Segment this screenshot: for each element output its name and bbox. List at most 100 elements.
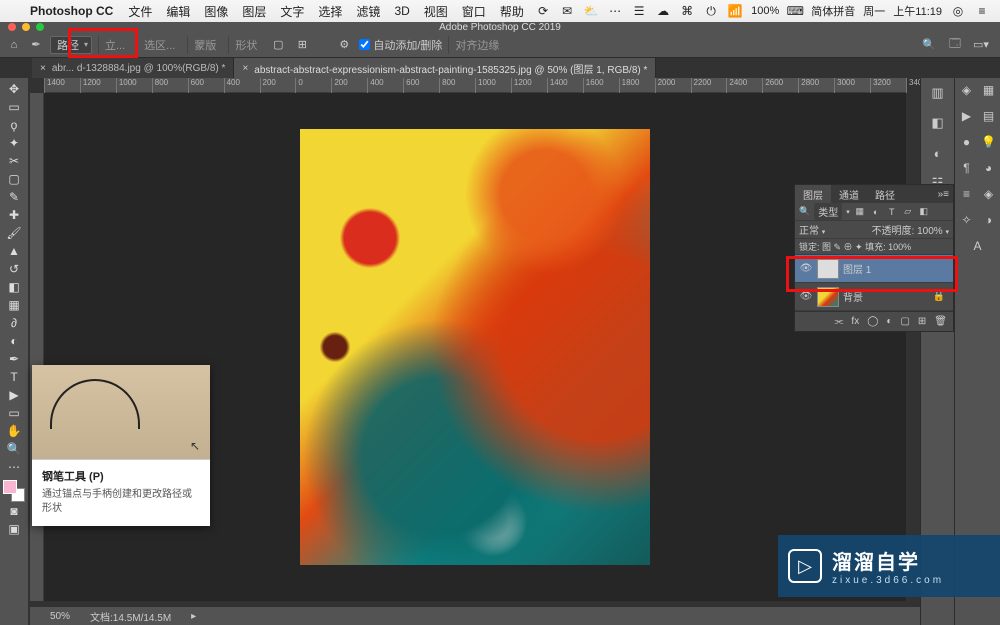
lasso-tool[interactable]: ϙ: [2, 116, 26, 134]
shape-tool[interactable]: ▭: [2, 404, 26, 422]
blend-mode-dropdown[interactable]: 正常 ▾: [799, 222, 825, 237]
dodge-tool[interactable]: ◐: [2, 332, 26, 350]
auto-checkbox[interactable]: [359, 39, 370, 50]
menu-select[interactable]: 选择: [318, 3, 342, 20]
status-icon[interactable]: ⋯: [607, 3, 623, 19]
status-icon[interactable]: ☁: [655, 3, 671, 19]
menu-edit[interactable]: 编辑: [166, 3, 190, 20]
color-panel-icon[interactable]: ◈: [959, 82, 975, 98]
move-tool[interactable]: ✥: [2, 80, 26, 98]
layer-name[interactable]: 图层 1: [843, 261, 871, 276]
menu-view[interactable]: 视图: [424, 3, 448, 20]
quick-mask[interactable]: ◙: [2, 502, 26, 520]
menu-3d[interactable]: 3D: [394, 4, 409, 18]
app-name[interactable]: Photoshop CC: [30, 4, 113, 18]
stamp-tool[interactable]: ▲: [2, 242, 26, 260]
eyedropper-tool[interactable]: ✎: [2, 188, 26, 206]
gradient-tool[interactable]: ▦: [2, 296, 26, 314]
path-select-tool[interactable]: ▶: [2, 386, 26, 404]
align-edges[interactable]: 对齐边缘: [448, 36, 505, 54]
menu-layer[interactable]: 图层: [242, 3, 266, 20]
tab-layers[interactable]: 图层: [795, 185, 831, 203]
zoom-tool[interactable]: 🔍: [2, 440, 26, 458]
doc-tab[interactable]: × abr... d-1328884.jpg @ 100%(RGB/8) *: [32, 58, 234, 78]
properties-panel-icon[interactable]: ◧: [929, 114, 947, 132]
layer-name[interactable]: 背景: [843, 289, 863, 304]
screen-mode[interactable]: ▣: [2, 520, 26, 538]
menu-type[interactable]: 文字: [280, 3, 304, 20]
filter-shape-icon[interactable]: ▱: [902, 206, 914, 218]
swatches-panel-icon[interactable]: ▦: [981, 82, 997, 98]
opt-mask[interactable]: 蒙版: [187, 36, 222, 54]
keyboard-icon[interactable]: ⌨: [787, 3, 803, 19]
info-panel-icon[interactable]: ●: [959, 134, 975, 150]
doc-size[interactable]: 文档:14.5M/14.5M: [90, 609, 171, 624]
status-icon[interactable]: ⌘: [679, 3, 695, 19]
bulb-icon[interactable]: 💡: [981, 134, 997, 150]
styles-icon[interactable]: ◕: [981, 160, 997, 176]
status-icon[interactable]: ⟳: [535, 3, 551, 19]
status-icon[interactable]: ⛅: [583, 3, 599, 19]
group-icon[interactable]: ▢: [900, 316, 909, 327]
grid-icon[interactable]: ▤: [981, 108, 997, 124]
crop-tool[interactable]: ✂: [2, 152, 26, 170]
menu-window[interactable]: 窗口: [462, 3, 486, 20]
opt-selection[interactable]: 选区...: [137, 36, 181, 54]
brush-tool[interactable]: 🖌: [2, 224, 26, 242]
zoom-level[interactable]: 50%: [50, 611, 70, 622]
blur-tool[interactable]: ∂: [2, 314, 26, 332]
opt-shape[interactable]: 形状: [228, 36, 263, 54]
menu-file[interactable]: 文件: [128, 3, 152, 20]
siri-icon[interactable]: ◎: [950, 3, 966, 19]
menu-filter[interactable]: 滤镜: [356, 3, 380, 20]
battery-status[interactable]: 100%: [751, 5, 779, 17]
status-arrow-icon[interactable]: ▸: [191, 611, 196, 622]
adjustment-icon[interactable]: ◐: [886, 316, 892, 327]
visibility-icon[interactable]: 👁: [799, 291, 813, 302]
channels-icon[interactable]: ✧: [959, 212, 975, 228]
filter-type-icon[interactable]: T: [886, 206, 898, 218]
healing-tool[interactable]: ✚: [2, 206, 26, 224]
tab-paths[interactable]: 路径: [867, 185, 903, 203]
tool-mode-dropdown[interactable]: 路径: [50, 36, 92, 54]
eraser-tool[interactable]: ◧: [2, 278, 26, 296]
search-icon[interactable]: 🔍: [920, 36, 938, 54]
lock-row[interactable]: 锁定: 图 ✎ ⊕ ✦ 填充: 100%: [795, 239, 953, 255]
close-icon[interactable]: ×: [40, 63, 46, 74]
share-icon[interactable]: 🗔: [946, 36, 964, 54]
lock-icon[interactable]: 🔒: [933, 291, 945, 302]
char-panel-icon[interactable]: A: [970, 238, 986, 254]
layer-thumbnail[interactable]: [817, 287, 839, 307]
history-panel-icon[interactable]: ▥: [929, 84, 947, 102]
status-icon[interactable]: ⏻: [703, 3, 719, 19]
filter-adjust-icon[interactable]: ◐: [870, 206, 882, 218]
menu-image[interactable]: 图像: [204, 3, 228, 20]
filter-pixel-icon[interactable]: ▦: [854, 206, 866, 218]
hand-tool[interactable]: ✋: [2, 422, 26, 440]
auto-add-delete-checkbox[interactable]: 自动添加/删除: [359, 37, 442, 53]
status-icon[interactable]: ✉: [559, 3, 575, 19]
close-icon[interactable]: ×: [242, 63, 248, 74]
adjustments-panel-icon[interactable]: ◐: [929, 144, 947, 162]
horizontal-ruler[interactable]: 1400120010008006004002000200400600800100…: [44, 78, 906, 93]
mask-icon[interactable]: ◯: [867, 316, 878, 327]
link-layers-icon[interactable]: ⫘: [834, 316, 843, 327]
layer-row[interactable]: 👁 图层 1: [795, 255, 953, 283]
edit-toolbar[interactable]: ⋯: [2, 458, 26, 476]
menu-help[interactable]: 帮助: [500, 3, 524, 20]
ime-status[interactable]: 简体拼音: [811, 3, 855, 19]
clock-time[interactable]: 上午11:19: [893, 3, 942, 19]
brush-panel-icon[interactable]: ≡: [959, 186, 975, 202]
opacity-control[interactable]: 不透明度: 100% ▾: [872, 222, 949, 237]
panel-menu-icon[interactable]: »≡: [934, 185, 953, 203]
quick-select-tool[interactable]: ✦: [2, 134, 26, 152]
tab-channels[interactable]: 通道: [831, 185, 867, 203]
filter-type-dropdown[interactable]: 类型: [814, 203, 842, 220]
paths-icon[interactable]: ◑: [981, 212, 997, 228]
trash-icon[interactable]: 🗑: [934, 316, 947, 327]
workspace-icon[interactable]: ▭▾: [972, 36, 990, 54]
fx-icon[interactable]: fx: [851, 316, 859, 327]
layer-row[interactable]: 👁 背景 🔒: [795, 283, 953, 311]
frame-tool[interactable]: ▢: [2, 170, 26, 188]
pen-tool[interactable]: ✒: [2, 350, 26, 368]
